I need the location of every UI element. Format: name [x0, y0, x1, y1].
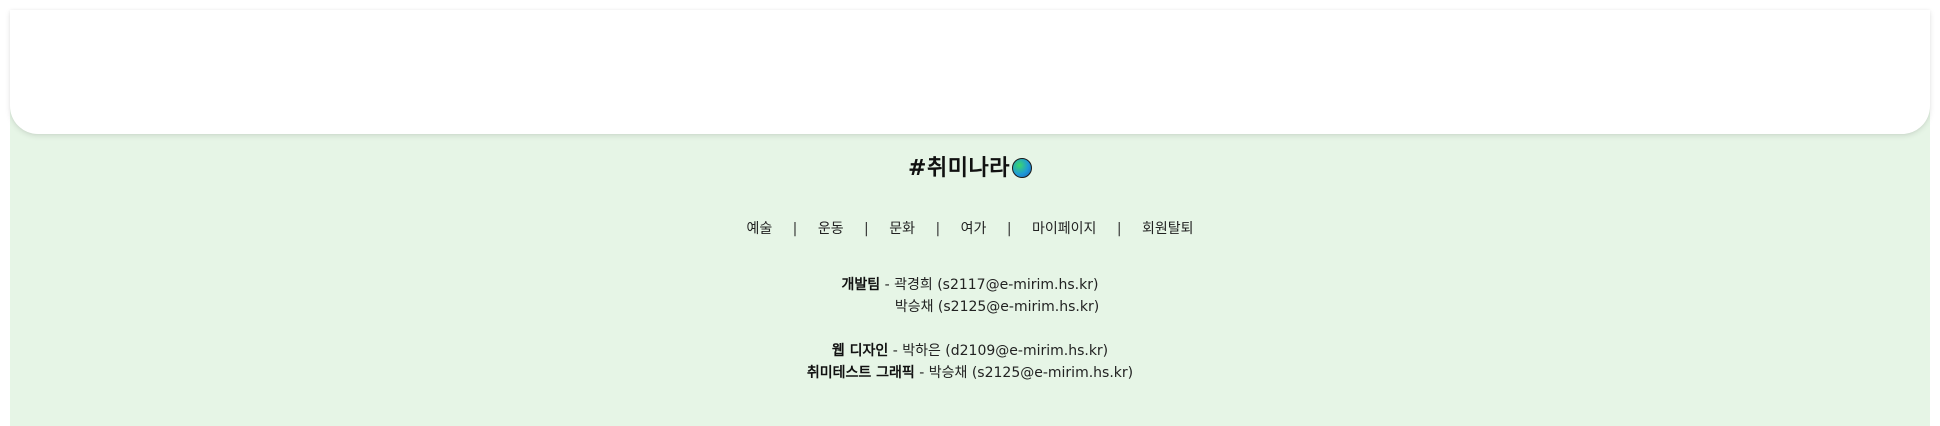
logo-text: #취미나라 — [908, 156, 1010, 181]
credit-web-design: 웹 디자인 - 박하은 (d2109@e-mirim.hs.kr) — [0, 340, 1940, 362]
nav-separator: | — [1006, 221, 1012, 237]
site-logo[interactable]: #취미나라 — [0, 154, 1940, 184]
credit-dev-member-1: - 곽경희 (s2117@e-mirim.hs.kr) — [884, 277, 1099, 293]
nav-item-sports[interactable]: 운동 — [818, 221, 844, 237]
nav-item-withdraw[interactable]: 회원탈퇴 — [1142, 221, 1194, 237]
nav-item-art[interactable]: 예술 — [746, 221, 772, 237]
nav-item-culture[interactable]: 문화 — [889, 221, 915, 237]
content-card — [10, 10, 1930, 134]
nav-item-leisure[interactable]: 여가 — [961, 221, 987, 237]
credit-dev-team-2: 박승채 (s2125@e-mirim.hs.kr) — [0, 296, 1940, 318]
credit-test-graphic-member: - 박승채 (s2125@e-mirim.hs.kr) — [919, 365, 1134, 381]
page: #취미나라 예술 | 운동 | 문화 | 여가 | 마이페이지 | 회원탈퇴 개… — [0, 0, 1940, 426]
credit-test-graphic: 취미테스트 그래픽 - 박승채 (s2125@e-mirim.hs.kr) — [0, 362, 1940, 384]
nav-separator: | — [935, 221, 941, 237]
nav-separator: | — [864, 221, 869, 237]
nav-item-mypage[interactable]: 마이페이지 — [1032, 221, 1096, 237]
credit-dev-member-2: 박승채 (s2125@e-mirim.hs.kr) — [894, 299, 1100, 315]
globe-icon — [1011, 158, 1032, 178]
footer-nav: 예술 | 운동 | 문화 | 여가 | 마이페이지 | 회원탈퇴 — [0, 218, 1940, 240]
credit-web-design-label: 웹 디자인 — [831, 343, 889, 359]
nav-separator: | — [792, 221, 798, 237]
credit-dev-team: 개발팀 - 곽경희 (s2117@e-mirim.hs.kr) — [0, 274, 1940, 296]
credit-dev-team-label: 개발팀 — [841, 277, 881, 293]
credit-web-design-member: - 박하은 (d2109@e-mirim.hs.kr) — [892, 343, 1109, 359]
nav-separator: | — [1116, 221, 1122, 237]
credit-test-graphic-label: 취미테스트 그래픽 — [806, 365, 915, 381]
